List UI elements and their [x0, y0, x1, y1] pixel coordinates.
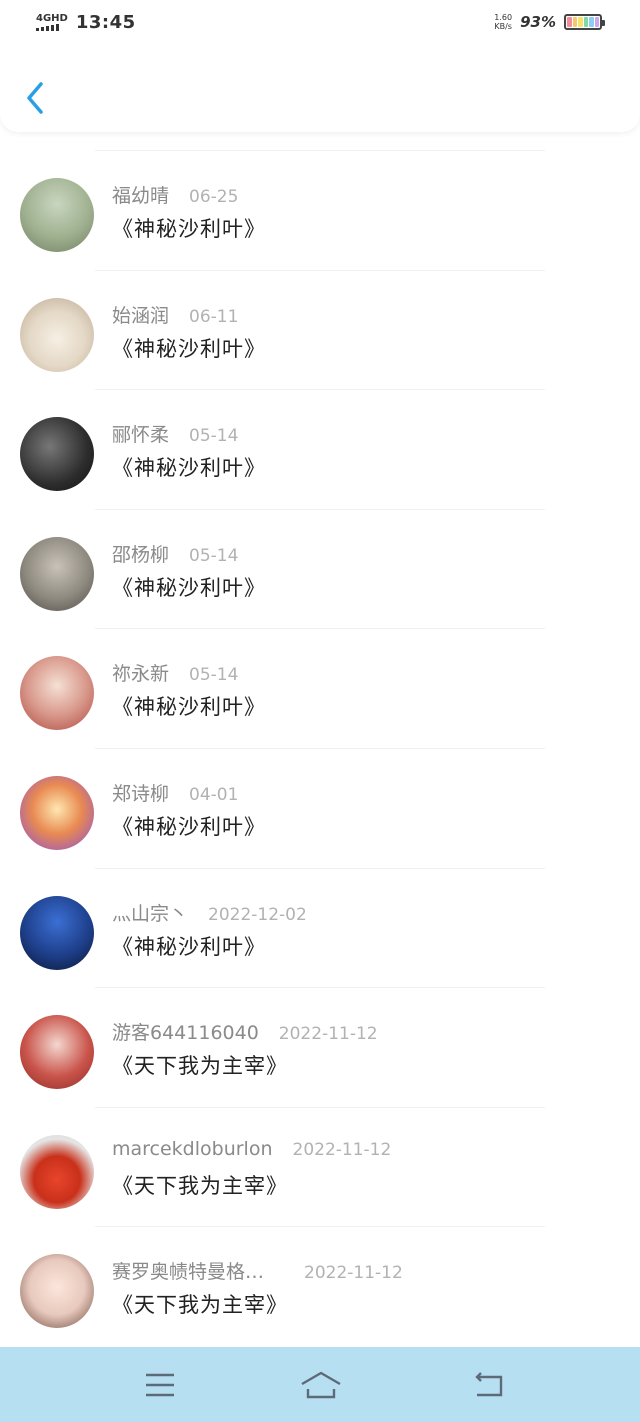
back-icon — [475, 1372, 503, 1397]
list-item[interactable]: 游客644116040 2022-11-12 《天下我为主宰》 — [0, 988, 640, 1108]
back-button[interactable] — [20, 78, 50, 118]
book-title: 《神秘沙利叶》 — [112, 814, 266, 839]
item-meta: 福幼晴 06-25 — [112, 181, 238, 208]
avatar[interactable] — [20, 895, 94, 970]
user-name: 福幼晴 — [112, 185, 170, 207]
timestamp: 05-14 — [189, 665, 239, 686]
item-meta: 郦怀柔 05-14 — [112, 420, 238, 447]
signal-icon — [36, 24, 59, 31]
speed-unit: KB/s — [494, 22, 512, 31]
back-nav-button[interactable] — [468, 1367, 508, 1403]
item-meta: 灬山宗丶 2022-12-02 — [112, 899, 307, 926]
network-speed: 1.60 KB/s — [494, 13, 512, 31]
chevron-left-icon — [27, 82, 43, 114]
timestamp: 06-25 — [189, 187, 239, 207]
item-meta: 始涵润 06-11 — [112, 301, 238, 328]
timestamp: 06-11 — [189, 306, 239, 327]
list-item[interactable]: 赛罗奥帻特曼格… 2022-11-12 《天下我为主宰》 — [0, 1227, 640, 1347]
network-type: 4GHD — [36, 13, 68, 24]
timestamp: 2022-11-12 — [292, 1139, 392, 1160]
user-name: 邵杨柳 — [112, 543, 170, 566]
user-name: 郑诗柳 — [112, 782, 170, 805]
avatar[interactable] — [20, 178, 94, 252]
list-item[interactable]: 福幼晴 06-25 《神秘沙利叶》 — [0, 151, 640, 271]
timestamp: 2022-11-12 — [304, 1263, 403, 1284]
item-meta: 游客644116040 2022-11-12 — [112, 1018, 378, 1045]
home-icon — [301, 1371, 341, 1399]
list-item[interactable]: 始涵润 06-11 《神秘沙利叶》 — [0, 271, 640, 391]
list-item[interactable]: 郑诗柳 04-01 《神秘沙利叶》 — [0, 749, 640, 869]
list-item[interactable]: 邵杨柳 05-14 《神秘沙利叶》 — [0, 510, 640, 630]
timestamp: 05-14 — [189, 545, 239, 566]
book-title: 《神秘沙利叶》 — [112, 336, 266, 361]
item-meta: 郑诗柳 04-01 — [112, 779, 238, 806]
network-indicator: 4GHD — [36, 13, 68, 31]
item-meta: 祢永新 05-14 — [112, 659, 238, 686]
avatar[interactable] — [20, 1015, 94, 1090]
status-bar: 4GHD 13:45 1.60 KB/s 93% — [0, 0, 640, 44]
battery-percent: 93% — [520, 13, 556, 31]
timestamp: 05-14 — [189, 426, 239, 447]
user-name: 祢永新 — [112, 663, 170, 686]
avatar[interactable] — [20, 417, 94, 492]
book-title: 《神秘沙利叶》 — [112, 456, 266, 481]
avatar[interactable] — [20, 656, 94, 731]
system-nav-bar — [0, 1347, 640, 1422]
user-name: 游客644116040 — [112, 1022, 259, 1045]
menu-button[interactable] — [140, 1367, 180, 1403]
book-title: 《神秘沙利叶》 — [112, 695, 266, 720]
list-item[interactable]: 祢永新 05-14 《神秘沙利叶》 — [0, 629, 640, 749]
avatar[interactable] — [20, 1254, 94, 1329]
timestamp: 04-01 — [189, 784, 239, 805]
list-item[interactable]: 郦怀柔 05-14 《神秘沙利叶》 — [0, 390, 640, 510]
book-title: 《神秘沙利叶》 — [112, 575, 266, 600]
user-name: marcekdloburlon — [112, 1137, 273, 1160]
item-meta: 邵杨柳 05-14 — [112, 540, 238, 567]
book-title: 《天下我为主宰》 — [112, 1054, 288, 1079]
item-meta: marcekdloburlon 2022-11-12 — [112, 1138, 391, 1160]
avatar[interactable] — [20, 775, 94, 850]
avatar[interactable] — [20, 536, 94, 611]
list-item[interactable]: marcekdloburlon 2022-11-12 《天下我为主宰》 — [0, 1108, 640, 1228]
user-name: 灬山宗丶 — [112, 902, 189, 925]
avatar[interactable] — [20, 297, 94, 372]
item-meta: 赛罗奥帻特曼格… 2022-11-12 — [112, 1257, 403, 1284]
user-name: 赛罗奥帻特曼格… — [112, 1261, 265, 1284]
menu-icon — [146, 1373, 174, 1397]
list-item[interactable]: 灬山宗丶 2022-12-02 《神秘沙利叶》 — [0, 869, 640, 989]
battery-icon — [564, 14, 605, 30]
speed-value: 1.60 — [494, 13, 513, 22]
timestamp: 2022-11-12 — [278, 1024, 378, 1045]
timestamp: 2022-12-02 — [208, 904, 307, 925]
user-name: 郦怀柔 — [112, 424, 170, 447]
book-title: 《天下我为主宰》 — [112, 1293, 288, 1318]
avatar[interactable] — [20, 1134, 94, 1209]
book-title: 《神秘沙利叶》 — [112, 217, 266, 241]
user-name: 始涵润 — [112, 304, 170, 327]
book-title: 《神秘沙利叶》 — [112, 934, 266, 959]
book-title: 《天下我为主宰》 — [112, 1173, 288, 1198]
message-list: 福幼晴 06-25 《神秘沙利叶》 始涵润 06-11 《神秘沙利叶》 郦怀柔 05-14 《神… — [0, 150, 640, 1347]
clock: 13:45 — [75, 11, 136, 33]
home-button[interactable] — [298, 1367, 344, 1403]
